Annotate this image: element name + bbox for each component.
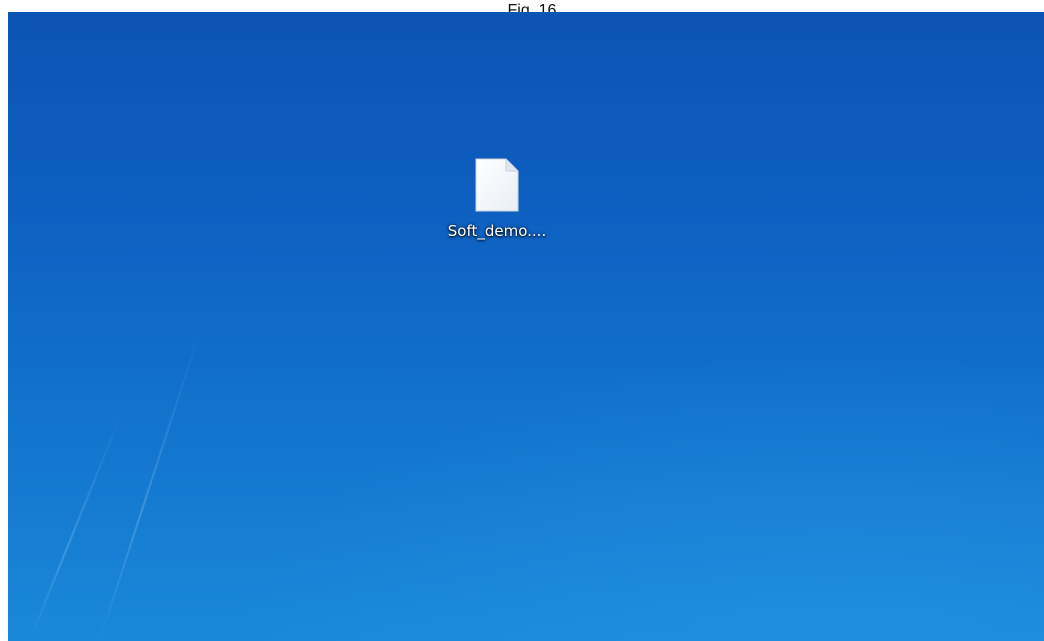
file-icon (473, 156, 521, 214)
desktop[interactable]: Soft_demo.... (8, 12, 1044, 641)
figure-caption: Fig. 16 (0, 0, 1044, 13)
figure-caption-text: Fig. 16 (507, 2, 557, 13)
desktop-icon-label: Soft_demo.... (447, 222, 547, 240)
desktop-icon-soft-demo[interactable]: Soft_demo.... (417, 156, 577, 260)
wallpaper-streak (98, 328, 202, 641)
